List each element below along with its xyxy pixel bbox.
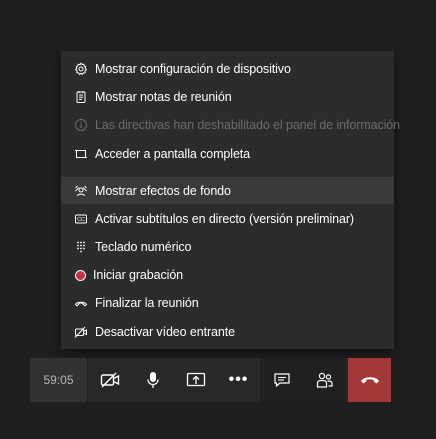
- end-call-icon: [73, 295, 89, 311]
- call-timer: 59:05: [30, 358, 87, 402]
- hang-up-icon: [360, 375, 380, 385]
- meeting-toolbar: 59:05 •••: [30, 358, 391, 402]
- notes-icon: [73, 89, 89, 105]
- gear-icon: [73, 61, 89, 77]
- record-icon: [72, 267, 88, 283]
- menu-item-label: Acceder a pantalla completa: [95, 147, 251, 161]
- menu-item-live-captions[interactable]: CC Activar subtítulos en directo (versió…: [61, 206, 394, 232]
- menu-item-end-meeting[interactable]: Finalizar la reunión: [61, 290, 394, 316]
- menu-item-label: Finalizar la reunión: [95, 296, 199, 310]
- more-icon: •••: [228, 371, 249, 388]
- captions-icon: CC: [73, 211, 89, 227]
- share-screen-button[interactable]: [174, 358, 217, 402]
- participants-icon: [316, 371, 334, 389]
- menu-item-info-panel: Las directivas han deshabilitado el pane…: [61, 112, 400, 138]
- hang-up-button[interactable]: [348, 358, 391, 402]
- menu-item-label: Iniciar grabación: [93, 268, 184, 282]
- menu-item-label: Mostrar notas de reunión: [95, 90, 232, 104]
- meeting-stage: Mostrar configuración de dispositivo Mos…: [0, 0, 436, 439]
- chat-icon: [273, 372, 291, 388]
- menu-item-label: Las directivas han deshabilitado el pane…: [95, 118, 401, 132]
- menu-item-fullscreen[interactable]: Acceder a pantalla completa: [61, 141, 394, 167]
- camera-off-icon: [100, 372, 120, 388]
- background-effects-icon: [73, 183, 89, 199]
- menu-item-label: Mostrar efectos de fondo: [95, 184, 231, 198]
- microphone-icon: [146, 371, 160, 389]
- video-off-icon: [73, 324, 89, 340]
- menu-item-label: Mostrar configuración de dispositivo: [95, 62, 291, 76]
- menu-item-device-settings[interactable]: Mostrar configuración de dispositivo: [61, 56, 394, 82]
- dialpad-icon: [73, 239, 89, 255]
- menu-item-label: Teclado numérico: [95, 240, 192, 254]
- svg-text:CC: CC: [77, 217, 85, 223]
- menu-item-label: Desactivar vídeo entrante: [95, 325, 235, 339]
- fullscreen-icon: [73, 146, 89, 162]
- camera-off-button[interactable]: [88, 358, 131, 402]
- menu-item-disable-incoming-video[interactable]: Desactivar vídeo entrante: [61, 319, 394, 345]
- more-actions-menu: Mostrar configuración de dispositivo Mos…: [61, 51, 400, 349]
- menu-item-background-effects[interactable]: Mostrar efectos de fondo: [61, 178, 394, 204]
- menu-item-meeting-notes[interactable]: Mostrar notas de reunión: [61, 84, 394, 110]
- menu-item-label: Activar subtítulos en directo (versión p…: [95, 212, 354, 226]
- info-icon: [73, 117, 89, 133]
- chat-button[interactable]: [260, 358, 303, 402]
- share-screen-icon: [186, 372, 206, 388]
- menu-item-dialpad[interactable]: Teclado numérico: [61, 234, 394, 260]
- menu-item-start-recording[interactable]: Iniciar grabación: [61, 262, 394, 288]
- microphone-button[interactable]: [131, 358, 174, 402]
- participants-button[interactable]: [303, 358, 346, 402]
- more-actions-button[interactable]: •••: [217, 358, 260, 402]
